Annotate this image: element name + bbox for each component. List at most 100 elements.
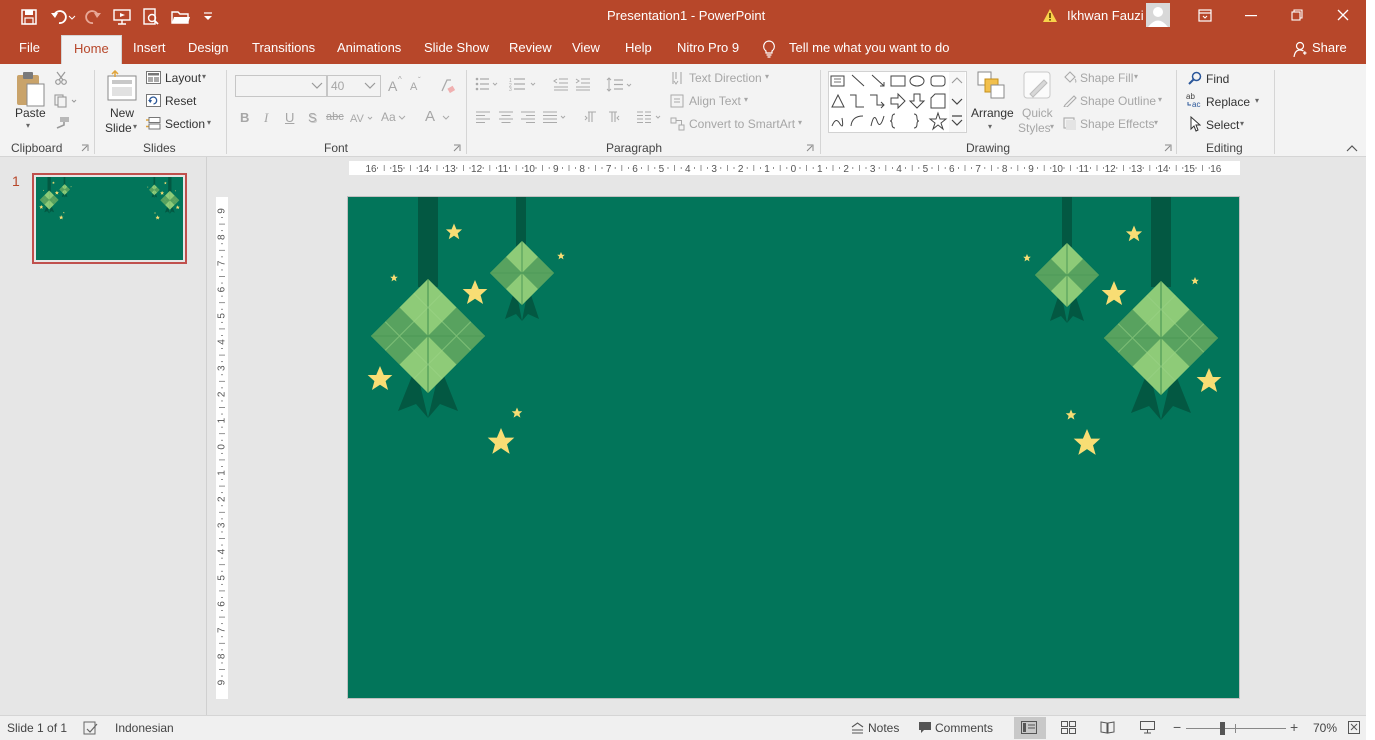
arrange-dropdown-arrow[interactable]: ▾ [988,122,992,131]
share-icon[interactable] [1293,41,1307,57]
replace-dropdown-arrow[interactable]: ▾ [1255,96,1259,105]
arrange-icon[interactable] [976,70,1006,100]
reset-button[interactable]: Reset [165,94,196,108]
text-direction-ltr-icon[interactable] [584,111,598,123]
align-left-icon[interactable] [476,111,490,123]
close-icon[interactable] [1337,9,1349,21]
paste-dropdown-arrow[interactable]: ▾ [26,121,30,130]
quick-styles-button[interactable]: Quick [1022,106,1053,120]
align-text-button[interactable]: Align Text [689,94,741,108]
underline-button[interactable]: U [285,110,294,125]
justify-icon[interactable] [543,111,569,123]
paste-icon[interactable] [14,70,46,108]
new-slide-icon[interactable] [106,70,138,104]
find-button[interactable]: Find [1206,72,1229,86]
slide-sorter-icon[interactable] [1061,721,1076,734]
shape-fill-dropdown[interactable]: ▾ [1134,72,1138,81]
shape-outline-icon[interactable] [1063,94,1077,107]
collapse-ribbon-icon[interactable] [1346,144,1358,152]
layout-icon[interactable] [146,71,161,84]
select-dropdown-arrow[interactable]: ▾ [1240,119,1244,128]
save-icon[interactable] [20,8,38,26]
zoom-level[interactable]: 70% [1313,721,1337,735]
new-slide-button[interactable]: New [110,106,134,120]
align-text-dropdown[interactable]: ▾ [744,95,748,104]
tab-nitro-pro[interactable]: Nitro Pro 9 [677,40,739,55]
decrease-font-size-button[interactable]: A [410,81,417,93]
align-text-icon[interactable] [670,94,684,108]
paste-button[interactable]: Paste [15,106,46,120]
language-indicator[interactable]: Indonesian [115,721,174,735]
new-slide-label[interactable]: Slide [105,121,132,135]
section-icon[interactable] [146,117,161,130]
arrange-button[interactable]: Arrange [971,106,1014,120]
start-from-beginning-icon[interactable] [113,8,131,26]
change-case-button[interactable]: Aa [381,110,396,124]
convert-smartart-icon[interactable] [670,117,685,131]
quick-styles-label[interactable]: Styles [1018,121,1051,135]
user-name[interactable]: Ikhwan Fauzi [1067,8,1144,23]
change-case-dropdown-icon[interactable] [398,115,406,121]
tab-slide-show[interactable]: Slide Show [424,40,489,55]
tab-view[interactable]: View [572,40,600,55]
font-size-dropdown-icon[interactable] [364,82,376,90]
layout-button[interactable]: Layout [165,71,201,85]
comments-button[interactable]: Comments [935,721,993,735]
warning-icon[interactable] [1042,8,1058,23]
spell-check-icon[interactable] [83,721,98,735]
drawing-launcher-icon[interactable] [1164,144,1172,152]
shape-outline-dropdown[interactable]: ▾ [1158,95,1162,104]
decrease-indent-icon[interactable] [553,77,569,91]
select-cursor-icon[interactable] [1189,116,1201,132]
section-dropdown-arrow[interactable]: ▾ [207,118,211,127]
slide-show-view-icon[interactable] [1140,721,1155,734]
text-direction-rtl-icon[interactable] [606,111,620,123]
share-button[interactable]: Share [1312,40,1347,55]
undo-icon[interactable] [50,8,76,26]
zoom-slider-thumb[interactable] [1220,722,1225,735]
slide-counter[interactable]: Slide 1 of 1 [7,721,67,735]
convert-smartart-button[interactable]: Convert to SmartArt [689,117,795,131]
align-right-icon[interactable] [521,111,535,123]
redo-icon[interactable] [84,8,102,26]
notes-button[interactable]: Notes [868,721,899,735]
clear-formatting-icon[interactable] [439,78,455,94]
vertical-ruler[interactable]: 9 8 7 6 5 4 3 2 1 0 1 2 3 4 5 6 7 8 9 [216,197,228,699]
quick-styles-dropdown[interactable]: ▾ [1050,122,1054,131]
text-direction-button[interactable]: Text Direction [689,71,762,85]
customize-qat-icon[interactable] [202,8,214,26]
shape-fill-button[interactable]: Shape Fill [1080,71,1133,85]
text-direction-dropdown[interactable]: ▾ [765,72,769,81]
layout-dropdown-arrow[interactable]: ▾ [202,72,206,81]
tab-insert[interactable]: Insert [133,40,166,55]
columns-icon[interactable] [637,111,663,123]
paragraph-launcher-icon[interactable] [806,144,814,152]
avatar[interactable] [1146,3,1170,27]
zoom-out-button[interactable]: − [1173,719,1181,735]
copy-icon[interactable] [54,94,78,108]
tab-home[interactable]: Home [61,35,122,66]
quick-styles-icon[interactable] [1022,70,1054,102]
shape-fill-icon[interactable] [1063,71,1077,84]
slide-thumbnail[interactable] [32,173,187,264]
select-button[interactable]: Select [1206,118,1239,132]
convert-smartart-dropdown[interactable]: ▾ [798,118,802,127]
shapes-gallery-scroll[interactable] [949,72,965,132]
zoom-in-button[interactable]: + [1290,719,1298,735]
text-shadow-button[interactable]: S [308,110,317,125]
fit-slide-icon[interactable] [1348,721,1360,734]
horizontal-ruler[interactable]: 16 15 14 13 12 11 10 9 8 7 6 5 4 3 2 1 0 1 2 3 4 5 6 7 8 9 10 11 12 1… [349,161,1240,175]
tab-review[interactable]: Review [509,40,552,55]
replace-icon[interactable]: abac [1186,92,1204,108]
reading-view-icon[interactable] [1100,721,1115,734]
new-slide-dropdown-arrow[interactable]: ▾ [133,122,137,131]
shapes-gallery-icons[interactable] [830,74,948,132]
font-color-dropdown-icon[interactable] [442,115,450,121]
character-spacing-icon[interactable]: AV [349,111,375,125]
bold-button[interactable]: B [240,110,249,125]
shape-outline-button[interactable]: Shape Outline [1080,94,1156,108]
notes-icon[interactable] [851,722,864,734]
ribbon-display-options-icon[interactable] [1198,9,1212,22]
shape-effects-button[interactable]: Shape Effects [1080,117,1155,131]
font-launcher-icon[interactable] [453,144,461,152]
